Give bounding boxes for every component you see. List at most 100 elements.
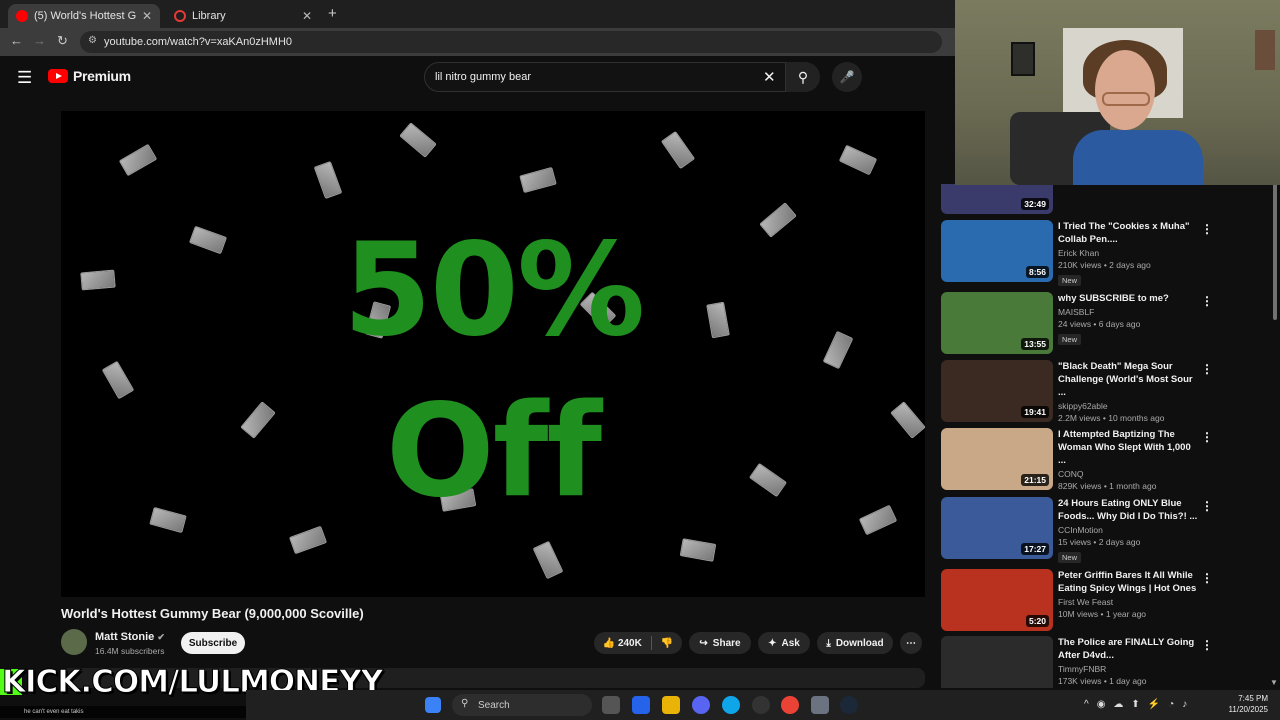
recommended-video-title[interactable]: I Attempted Baptizing The Woman Who Slep… bbox=[1058, 428, 1198, 467]
download-button[interactable]: ⤓ Download bbox=[817, 632, 893, 654]
recommended-video[interactable]: 13:55 why SUBSCRIBE to me? MAISBLF 24 views… bbox=[940, 292, 1270, 354]
dislike-button[interactable]: 👎 bbox=[661, 638, 673, 649]
recommended-channel[interactable]: Erick Khan bbox=[1058, 248, 1198, 258]
share-label: Share bbox=[712, 637, 741, 649]
recommended-video[interactable]: The Police are FINALLY Going After D4vd.… bbox=[940, 636, 1270, 688]
store-icon[interactable] bbox=[632, 696, 650, 714]
address-bar[interactable]: ⚙ youtube.com/watch?v=xaKAn0zHMH0 bbox=[80, 31, 942, 53]
windows-start-icon[interactable] bbox=[425, 697, 441, 713]
video-meta: 10M views • 1 year ago bbox=[1058, 609, 1147, 619]
dollar-bill bbox=[118, 143, 158, 177]
chrome-icon[interactable] bbox=[781, 696, 799, 714]
task-view-icon[interactable] bbox=[602, 696, 620, 714]
video-thumbnail[interactable] bbox=[941, 636, 1053, 688]
taskbar-clock[interactable]: 7:45 PM 11/20/2025 bbox=[1218, 693, 1268, 715]
video-info: The Police are FINALLY Going After D4vd.… bbox=[1058, 636, 1198, 686]
recommended-channel[interactable]: TimmyFNBR bbox=[1058, 664, 1198, 674]
recommended-video[interactable]: 19:41 "Black Death" Mega Sour Challenge (… bbox=[940, 360, 1270, 423]
subscribe-button[interactable]: Subscribe bbox=[181, 632, 245, 654]
recommended-video-title[interactable]: why SUBSCRIBE to me? bbox=[1058, 292, 1198, 305]
close-tab-icon[interactable]: ✕ bbox=[302, 9, 312, 23]
dollar-bill bbox=[660, 130, 696, 170]
like-button[interactable]: 👍 240K bbox=[603, 638, 642, 649]
video-thumbnail[interactable]: 8:56 bbox=[941, 220, 1053, 282]
recommended-video-title[interactable]: The Police are FINALLY Going After D4vd.… bbox=[1058, 636, 1198, 662]
more-actions-button[interactable]: ⋯ bbox=[900, 632, 922, 654]
search-icon: ⚲ bbox=[461, 698, 469, 709]
video-thumbnail[interactable]: 17:27 bbox=[941, 497, 1053, 559]
recommended-channel[interactable]: skippy62able bbox=[1058, 401, 1198, 411]
webcam-person-face bbox=[1095, 50, 1155, 130]
file-explorer-icon[interactable] bbox=[662, 696, 680, 714]
system-tray-icons[interactable]: ^◉☁⬆⚡◔♪ bbox=[1084, 699, 1195, 710]
recommended-channel[interactable]: CCInMotion bbox=[1058, 525, 1198, 535]
recommended-channel[interactable]: First We Feast bbox=[1058, 597, 1198, 607]
taskbar-search[interactable]: ⚲ Search bbox=[452, 694, 592, 716]
video-info: I Attempted Baptizing The Woman Who Slep… bbox=[1058, 428, 1198, 491]
video-thumbnail[interactable]: 21:15 bbox=[941, 428, 1053, 490]
library-favicon-icon bbox=[174, 10, 186, 22]
voice-search-button[interactable]: 🎤 bbox=[832, 62, 862, 92]
recommended-video-title[interactable]: Peter Griffin Bares It All While Eating … bbox=[1058, 569, 1198, 595]
scrollbar-thumb[interactable] bbox=[1273, 180, 1277, 320]
more-vertical-icon[interactable]: ⋮ bbox=[1201, 294, 1213, 308]
video-thumbnail[interactable]: 5:20 bbox=[941, 569, 1053, 631]
webcam-person-body bbox=[1073, 130, 1203, 185]
thumbs-up-icon: 👍 bbox=[602, 637, 616, 649]
close-tab-icon[interactable]: ✕ bbox=[142, 9, 152, 23]
search-button[interactable]: ⚲ bbox=[786, 62, 820, 92]
more-vertical-icon[interactable]: ⋮ bbox=[1201, 222, 1213, 236]
recommended-channel[interactable]: CONQ bbox=[1058, 469, 1198, 479]
ask-button[interactable]: ✦ Ask bbox=[758, 632, 810, 654]
recommended-video[interactable]: 21:15 I Attempted Baptizing The Woman Who… bbox=[940, 428, 1270, 491]
more-vertical-icon[interactable]: ⋮ bbox=[1201, 430, 1213, 444]
obs-icon[interactable] bbox=[752, 696, 770, 714]
video-thumbnail[interactable]: 32:49 bbox=[941, 184, 1053, 214]
clear-search-icon[interactable]: ✕ bbox=[763, 68, 776, 86]
tab-library[interactable]: Library ✕ bbox=[166, 4, 320, 28]
duration-badge: 32:49 bbox=[1021, 198, 1049, 210]
more-vertical-icon[interactable]: ⋮ bbox=[1201, 499, 1213, 513]
video-info: why SUBSCRIBE to me? MAISBLF 24 views • 6 … bbox=[1058, 292, 1198, 347]
duration-badge: 19:41 bbox=[1021, 406, 1049, 418]
settings-icon[interactable] bbox=[811, 696, 829, 714]
video-meta: 2.2M views • 10 months ago bbox=[1058, 413, 1165, 423]
more-vertical-icon[interactable]: ⋮ bbox=[1201, 638, 1213, 652]
reload-icon[interactable]: ↻ bbox=[57, 33, 68, 49]
share-button[interactable]: ↪ Share bbox=[689, 632, 751, 654]
video-info: Peter Griffin Bares It All While Eating … bbox=[1058, 569, 1198, 619]
like-count: 240K bbox=[617, 637, 642, 649]
steam-icon[interactable] bbox=[840, 696, 858, 714]
more-vertical-icon[interactable]: ⋮ bbox=[1201, 362, 1213, 376]
edge-icon[interactable] bbox=[722, 696, 740, 714]
scroll-down-arrow-icon[interactable]: ▼ bbox=[1270, 678, 1278, 687]
site-info-icon[interactable]: ⚙ bbox=[88, 35, 97, 46]
video-player[interactable]: 50% Off bbox=[61, 111, 925, 597]
back-arrow-icon[interactable]: ← bbox=[10, 33, 23, 48]
recommended-video[interactable]: 32:49271K views • 1 month ago bbox=[940, 184, 1270, 214]
channel-avatar[interactable] bbox=[61, 629, 87, 655]
video-thumbnail[interactable]: 19:41 bbox=[941, 360, 1053, 422]
recommended-video-title[interactable]: "Black Death" Mega Sour Challenge (World… bbox=[1058, 360, 1198, 399]
recommended-video[interactable]: 17:27 24 Hours Eating ONLY Blue Foods... … bbox=[940, 497, 1270, 563]
recommended-channel[interactable]: MAISBLF bbox=[1058, 307, 1198, 317]
recommended-video-title[interactable]: I Tried The "Cookies x Muha" Collab Pen.… bbox=[1058, 220, 1198, 246]
search-input[interactable]: lil nitro gummy bear bbox=[424, 62, 786, 92]
video-info: "Black Death" Mega Sour Challenge (World… bbox=[1058, 360, 1198, 423]
channel-name[interactable]: Matt Stonie ✔ bbox=[95, 631, 165, 643]
more-horizontal-icon: ⋯ bbox=[906, 637, 916, 649]
dollar-bill bbox=[288, 525, 328, 555]
forward-arrow-icon[interactable]: → bbox=[33, 33, 46, 48]
more-vertical-icon[interactable]: ⋮ bbox=[1201, 571, 1213, 585]
dollar-bill bbox=[519, 166, 557, 194]
recommended-video-title[interactable]: 24 Hours Eating ONLY Blue Foods... Why D… bbox=[1058, 497, 1198, 523]
recommended-video[interactable]: 5:20 Peter Griffin Bares It All While Eat… bbox=[940, 569, 1270, 631]
new-tab-icon[interactable]: + bbox=[328, 5, 337, 22]
youtube-favicon-icon bbox=[16, 10, 28, 22]
discord-icon[interactable] bbox=[692, 696, 710, 714]
video-thumbnail[interactable]: 13:55 bbox=[941, 292, 1053, 354]
youtube-logo[interactable]: Premium bbox=[48, 68, 131, 84]
tab-video[interactable]: (5) World's Hottest Gummy Be ✕ bbox=[8, 4, 160, 28]
hamburger-menu-icon[interactable]: ☰ bbox=[17, 68, 32, 88]
recommended-video[interactable]: 8:56 I Tried The "Cookies x Muha" Collab … bbox=[940, 220, 1270, 286]
